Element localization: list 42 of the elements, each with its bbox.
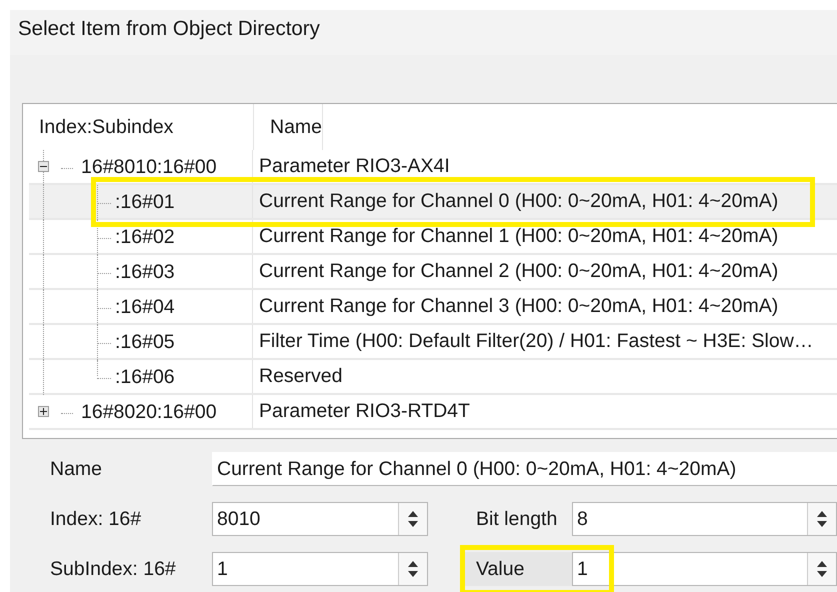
- tree-row[interactable]: :16#06 Reserved: [29, 360, 837, 395]
- name-cell: Parameter RIO3-AX4I: [259, 155, 450, 178]
- subindex-field[interactable]: 1: [212, 552, 428, 586]
- index-cell: :16#01: [115, 191, 175, 214]
- index-cell: :16#02: [115, 226, 175, 249]
- column-header[interactable]: Index:Subindex: [23, 104, 254, 150]
- index-cell: 16#8010:16#00: [81, 156, 217, 179]
- name-field[interactable]: Current Range for Channel 0 (H00: 0~20mA, H01: 4~20mA): [212, 452, 837, 486]
- spinner-arrows-icon[interactable]: [816, 509, 828, 529]
- tree-row[interactable]: :16#01 Current Range for Channel 0 (H00: 0~20mA, H01: 4~20mA): [29, 185, 837, 220]
- tree-row[interactable]: :16#02 Current Range for Channel 1 (H00: 0~20mA, H01: 4~20mA): [29, 220, 837, 255]
- field-label: Index: 16#: [50, 508, 142, 530]
- name-cell: Filter Time (H00: Default Filter(20) / H01: Fastest ~ H3E: Slow…: [259, 330, 814, 353]
- tree-row[interactable]: :16#03 Current Range for Channel 2 (H00: 0~20mA, H01: 4~20mA): [29, 255, 837, 290]
- name-cell: Current Range for Channel 2 (H00: 0~20mA, H01: 4~20mA): [259, 260, 778, 283]
- field-label: Name: [50, 458, 104, 480]
- name-cell: Current Range for Channel 3 (H00: 0~20mA, H01: 4~20mA): [259, 295, 778, 318]
- index-cell: 16#8020:16#00: [81, 401, 217, 424]
- tree-row[interactable]: 16#8020:16#00 Parameter RIO3-RTD4T: [29, 395, 837, 430]
- expand-icon[interactable]: [38, 406, 49, 417]
- tree-row[interactable]: :16#05 Filter Time (H00: Default Filter(20) / H01: Fastest ~ H3E: Slow…: [29, 325, 837, 360]
- index-cell: :16#04: [115, 296, 175, 319]
- spinner-arrows-icon[interactable]: [407, 559, 419, 579]
- dialog-title: Select Item from Object Directory: [18, 16, 320, 40]
- name-cell: Parameter RIO3-RTD4T: [259, 400, 470, 423]
- field-label: SubIndex: 16#: [50, 558, 177, 580]
- field-label: Value: [462, 552, 572, 586]
- name-cell: Current Range for Channel 1 (H00: 0~20mA, H01: 4~20mA): [259, 225, 778, 248]
- index-cell: :16#05: [115, 331, 175, 354]
- index-field[interactable]: 8010: [212, 502, 428, 536]
- collapse-icon[interactable]: [38, 161, 49, 172]
- spinner-arrows-icon[interactable]: [816, 559, 828, 579]
- index-cell: :16#03: [115, 261, 175, 284]
- name-cell: Reserved: [259, 365, 342, 388]
- name-cell: Current Range for Channel 0 (H00: 0~20mA, H01: 4~20mA): [259, 190, 778, 213]
- column-header[interactable]: Name: [254, 104, 324, 150]
- tree-row[interactable]: :16#04 Current Range for Channel 3 (H00: 0~20mA, H01: 4~20mA): [29, 290, 837, 325]
- field-label: Bit length: [475, 508, 558, 530]
- bit-length-field[interactable]: 8: [572, 502, 837, 536]
- spinner-arrows-icon[interactable]: [407, 509, 419, 529]
- value-field[interactable]: 1: [572, 552, 837, 586]
- index-cell: :16#06: [115, 366, 175, 389]
